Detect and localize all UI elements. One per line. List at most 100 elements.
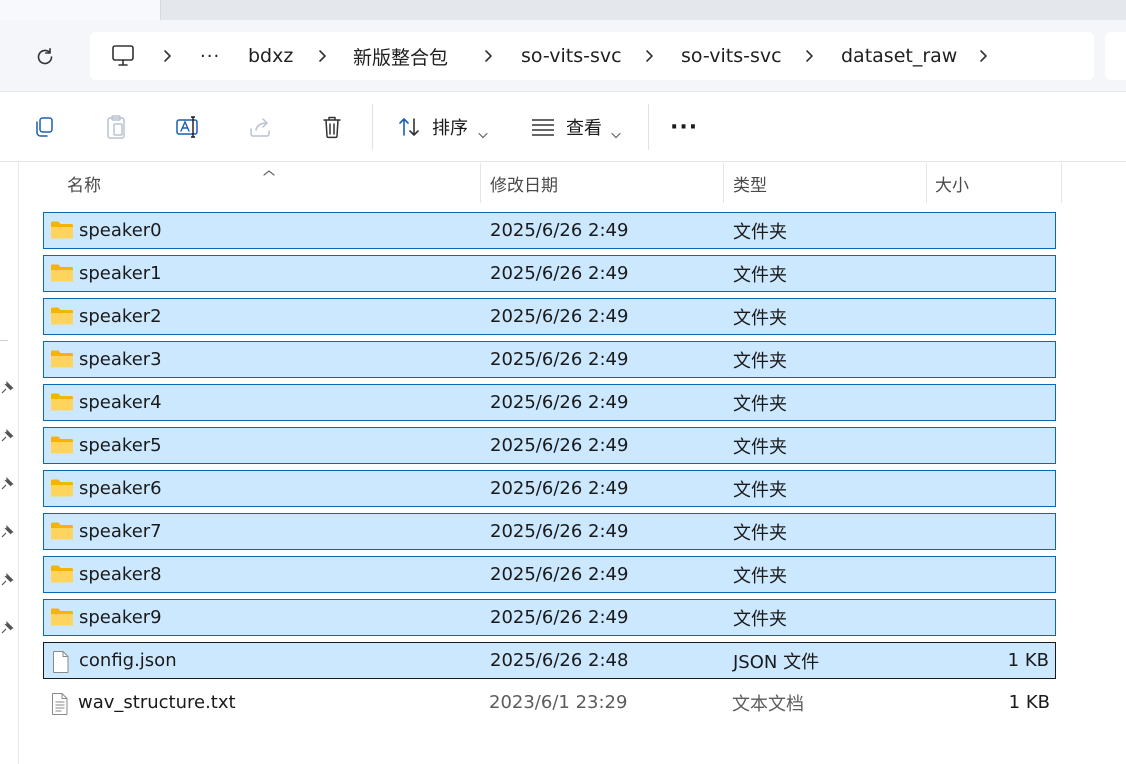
file-name: wav_structure.txt bbox=[78, 692, 236, 713]
file-name: speaker5 bbox=[79, 435, 162, 456]
file-date: 2025/6/26 2:49 bbox=[490, 607, 629, 628]
file-type: 文件夹 bbox=[733, 565, 787, 587]
file-name: speaker3 bbox=[79, 349, 162, 370]
sort-button[interactable]: 排序 bbox=[432, 114, 468, 140]
file-row[interactable]: speaker9 2025/6/26 2:49 文件夹 bbox=[43, 599, 1056, 636]
folder-icon bbox=[50, 392, 74, 414]
breadcrumb-chevron-icon[interactable] bbox=[642, 46, 656, 66]
chevron-down-icon[interactable] bbox=[611, 124, 621, 139]
pin-icon[interactable] bbox=[0, 476, 14, 490]
file-type: 文件夹 bbox=[733, 479, 787, 501]
breadcrumb-item[interactable]: so-vits-svc bbox=[521, 32, 622, 80]
file-type: 文本文档 bbox=[732, 693, 804, 715]
pin-icon[interactable] bbox=[0, 428, 14, 442]
sort-icon[interactable] bbox=[396, 113, 424, 141]
file-date: 2025/6/26 2:49 bbox=[490, 435, 629, 456]
column-divider[interactable] bbox=[723, 163, 724, 203]
breadcrumb-item[interactable]: so-vits-svc bbox=[681, 32, 782, 80]
command-bar: 排序 查看 ··· bbox=[0, 92, 1126, 162]
column-divider[interactable] bbox=[926, 163, 927, 203]
address-row: ··· bdxz 新版整合包 so-vits-svc so-vits-svc d… bbox=[0, 20, 1126, 92]
file-date: 2023/6/1 23:29 bbox=[489, 692, 628, 713]
pin-icon[interactable] bbox=[0, 572, 14, 586]
pin-icon[interactable] bbox=[0, 524, 14, 538]
file-name: speaker6 bbox=[79, 478, 162, 499]
folder-icon bbox=[50, 435, 74, 457]
file-type: 文件夹 bbox=[733, 264, 787, 286]
file-type: 文件夹 bbox=[733, 307, 787, 329]
file-row[interactable]: speaker2 2025/6/26 2:49 文件夹 bbox=[43, 298, 1056, 335]
file-row[interactable]: speaker8 2025/6/26 2:49 文件夹 bbox=[43, 556, 1056, 593]
toolbar-divider bbox=[372, 104, 373, 150]
file-type: 文件夹 bbox=[733, 350, 787, 372]
file-icon bbox=[50, 650, 74, 673]
navigation-pane bbox=[0, 162, 19, 764]
file-date: 2025/6/26 2:49 bbox=[490, 521, 629, 542]
file-name: speaker1 bbox=[79, 263, 162, 284]
file-type: 文件夹 bbox=[733, 436, 787, 458]
column-header-name[interactable]: 名称 bbox=[67, 163, 101, 203]
more-options-button[interactable]: ··· bbox=[670, 114, 698, 140]
file-name: speaker0 bbox=[79, 220, 162, 241]
breadcrumb-overflow[interactable]: ··· bbox=[200, 32, 220, 80]
tab-next[interactable] bbox=[160, 0, 1126, 20]
view-button[interactable]: 查看 bbox=[566, 114, 602, 140]
column-header-date[interactable]: 修改日期 bbox=[490, 163, 558, 203]
computer-icon[interactable] bbox=[110, 44, 136, 68]
breadcrumb-chevron-icon[interactable] bbox=[315, 46, 329, 66]
pin-icon[interactable] bbox=[0, 620, 14, 634]
file-type: JSON 文件 bbox=[733, 651, 820, 673]
address-bar[interactable]: ··· bdxz 新版整合包 so-vits-svc so-vits-svc d… bbox=[90, 32, 1094, 80]
rename-icon[interactable] bbox=[174, 113, 202, 141]
file-row[interactable]: speaker1 2025/6/26 2:49 文件夹 bbox=[43, 255, 1056, 292]
file-size: 1 KB bbox=[1007, 650, 1049, 671]
pin-icon[interactable] bbox=[0, 380, 14, 394]
file-type: 文件夹 bbox=[733, 393, 787, 415]
copy-icon[interactable] bbox=[30, 113, 58, 141]
folder-icon bbox=[50, 306, 74, 328]
file-row[interactable]: speaker5 2025/6/26 2:49 文件夹 bbox=[43, 427, 1056, 464]
column-header-type[interactable]: 类型 bbox=[733, 163, 767, 203]
folder-icon bbox=[50, 349, 74, 371]
file-row[interactable]: speaker6 2025/6/26 2:49 文件夹 bbox=[43, 470, 1056, 507]
share-icon[interactable] bbox=[246, 113, 274, 141]
file-date: 2025/6/26 2:49 bbox=[490, 220, 629, 241]
file-name: speaker4 bbox=[79, 392, 162, 413]
breadcrumb-item-current[interactable]: dataset_raw bbox=[841, 32, 957, 80]
toolbar-divider bbox=[648, 104, 649, 150]
refresh-icon[interactable] bbox=[32, 44, 58, 70]
file-date: 2025/6/26 2:49 bbox=[490, 564, 629, 585]
breadcrumb-chevron-icon[interactable] bbox=[802, 46, 816, 66]
file-row[interactable]: speaker4 2025/6/26 2:49 文件夹 bbox=[43, 384, 1056, 421]
breadcrumb-chevron-icon[interactable] bbox=[976, 46, 990, 66]
breadcrumb-item[interactable]: bdxz bbox=[248, 32, 293, 80]
breadcrumb-chevron-icon[interactable] bbox=[481, 46, 495, 66]
breadcrumb-chevron-icon[interactable] bbox=[160, 46, 174, 66]
folder-icon bbox=[50, 564, 74, 586]
file-type: 文件夹 bbox=[733, 608, 787, 630]
file-row[interactable]: speaker3 2025/6/26 2:49 文件夹 bbox=[43, 341, 1056, 378]
file-name: config.json bbox=[79, 650, 177, 671]
file-type: 文件夹 bbox=[733, 522, 787, 544]
folder-icon bbox=[50, 521, 74, 543]
file-name: speaker8 bbox=[79, 564, 162, 585]
file-date: 2025/6/26 2:49 bbox=[490, 263, 629, 284]
file-name: speaker7 bbox=[79, 521, 162, 542]
paste-icon[interactable] bbox=[102, 113, 130, 141]
tab-current[interactable] bbox=[0, 0, 160, 20]
view-icon[interactable] bbox=[529, 113, 557, 141]
file-type: 文件夹 bbox=[733, 221, 787, 243]
tab-strip bbox=[0, 0, 1126, 20]
file-row[interactable]: speaker0 2025/6/26 2:49 文件夹 bbox=[43, 212, 1056, 249]
text-file-icon bbox=[49, 692, 73, 715]
breadcrumb-item[interactable]: 新版整合包 bbox=[353, 32, 448, 80]
column-divider[interactable] bbox=[1061, 163, 1062, 203]
column-header-size[interactable]: 大小 bbox=[935, 163, 969, 203]
delete-icon[interactable] bbox=[318, 113, 346, 141]
file-row[interactable]: wav_structure.txt 2023/6/1 23:29 文本文档 1 … bbox=[43, 685, 1056, 722]
chevron-down-icon[interactable] bbox=[478, 124, 488, 139]
column-divider[interactable] bbox=[480, 163, 481, 203]
file-row-focused[interactable]: config.json 2025/6/26 2:48 JSON 文件 1 KB bbox=[43, 642, 1056, 679]
search-box[interactable] bbox=[1105, 32, 1126, 80]
file-row[interactable]: speaker7 2025/6/26 2:49 文件夹 bbox=[43, 513, 1056, 550]
